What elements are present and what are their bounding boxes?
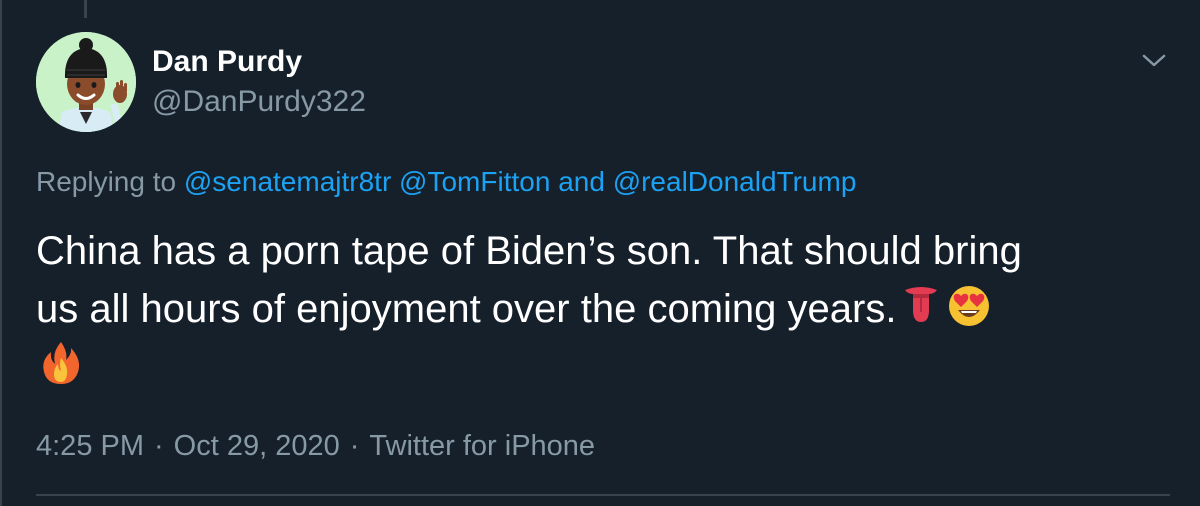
- tongue-emoji-icon: [898, 282, 944, 328]
- tweet-page: Dan Purdy @DanPurdy322 Replying to @sena…: [0, 0, 1200, 506]
- replying-to-label: Replying to: [36, 166, 177, 197]
- user-handle[interactable]: @DanPurdy322: [152, 84, 366, 120]
- thread-connector-line: [84, 0, 87, 18]
- tweet-body: China has a porn tape of Biden’s son. Th…: [36, 222, 1146, 396]
- mention-link-tomfitton[interactable]: @TomFitton: [399, 166, 550, 197]
- mention-link-realdonaldtrump[interactable]: @realDonaldTrump: [613, 166, 857, 197]
- display-name[interactable]: Dan Purdy: [152, 44, 302, 80]
- meta-separator: ·: [154, 430, 164, 462]
- mention-conjunction[interactable]: and: [558, 166, 605, 197]
- meta-separator: ·: [349, 430, 360, 462]
- tweet-date[interactable]: Oct 29, 2020: [174, 430, 340, 462]
- tweet-source[interactable]: Twitter for iPhone: [369, 430, 595, 462]
- tweet-text-line-3: [36, 338, 1146, 396]
- tweet-meta: 4:25 PM · Oct 29, 2020 · Twitter for iPhone: [36, 428, 595, 464]
- memoji-avatar-icon: [36, 32, 136, 132]
- chevron-down-icon[interactable]: [1138, 48, 1170, 72]
- left-divider: [0, 0, 2, 506]
- replying-to-line: Replying to @senatemajtr8tr @TomFitton a…: [36, 164, 856, 200]
- avatar[interactable]: [36, 32, 136, 132]
- heart-eyes-emoji-icon: [946, 282, 992, 328]
- tweet-time[interactable]: 4:25 PM: [36, 430, 144, 462]
- tweet-text-line-2-wrap: us all hours of enjoyment over the comin…: [36, 280, 1146, 338]
- tweet-text-line-2: us all hours of enjoyment over the comin…: [36, 287, 897, 331]
- tweet-text-line-1: China has a porn tape of Biden’s son. Th…: [36, 229, 1022, 273]
- mention-link-senatemajtr8tr[interactable]: @senatemajtr8tr: [184, 166, 391, 197]
- bottom-divider: [36, 494, 1170, 496]
- fire-emoji-icon: [38, 340, 84, 386]
